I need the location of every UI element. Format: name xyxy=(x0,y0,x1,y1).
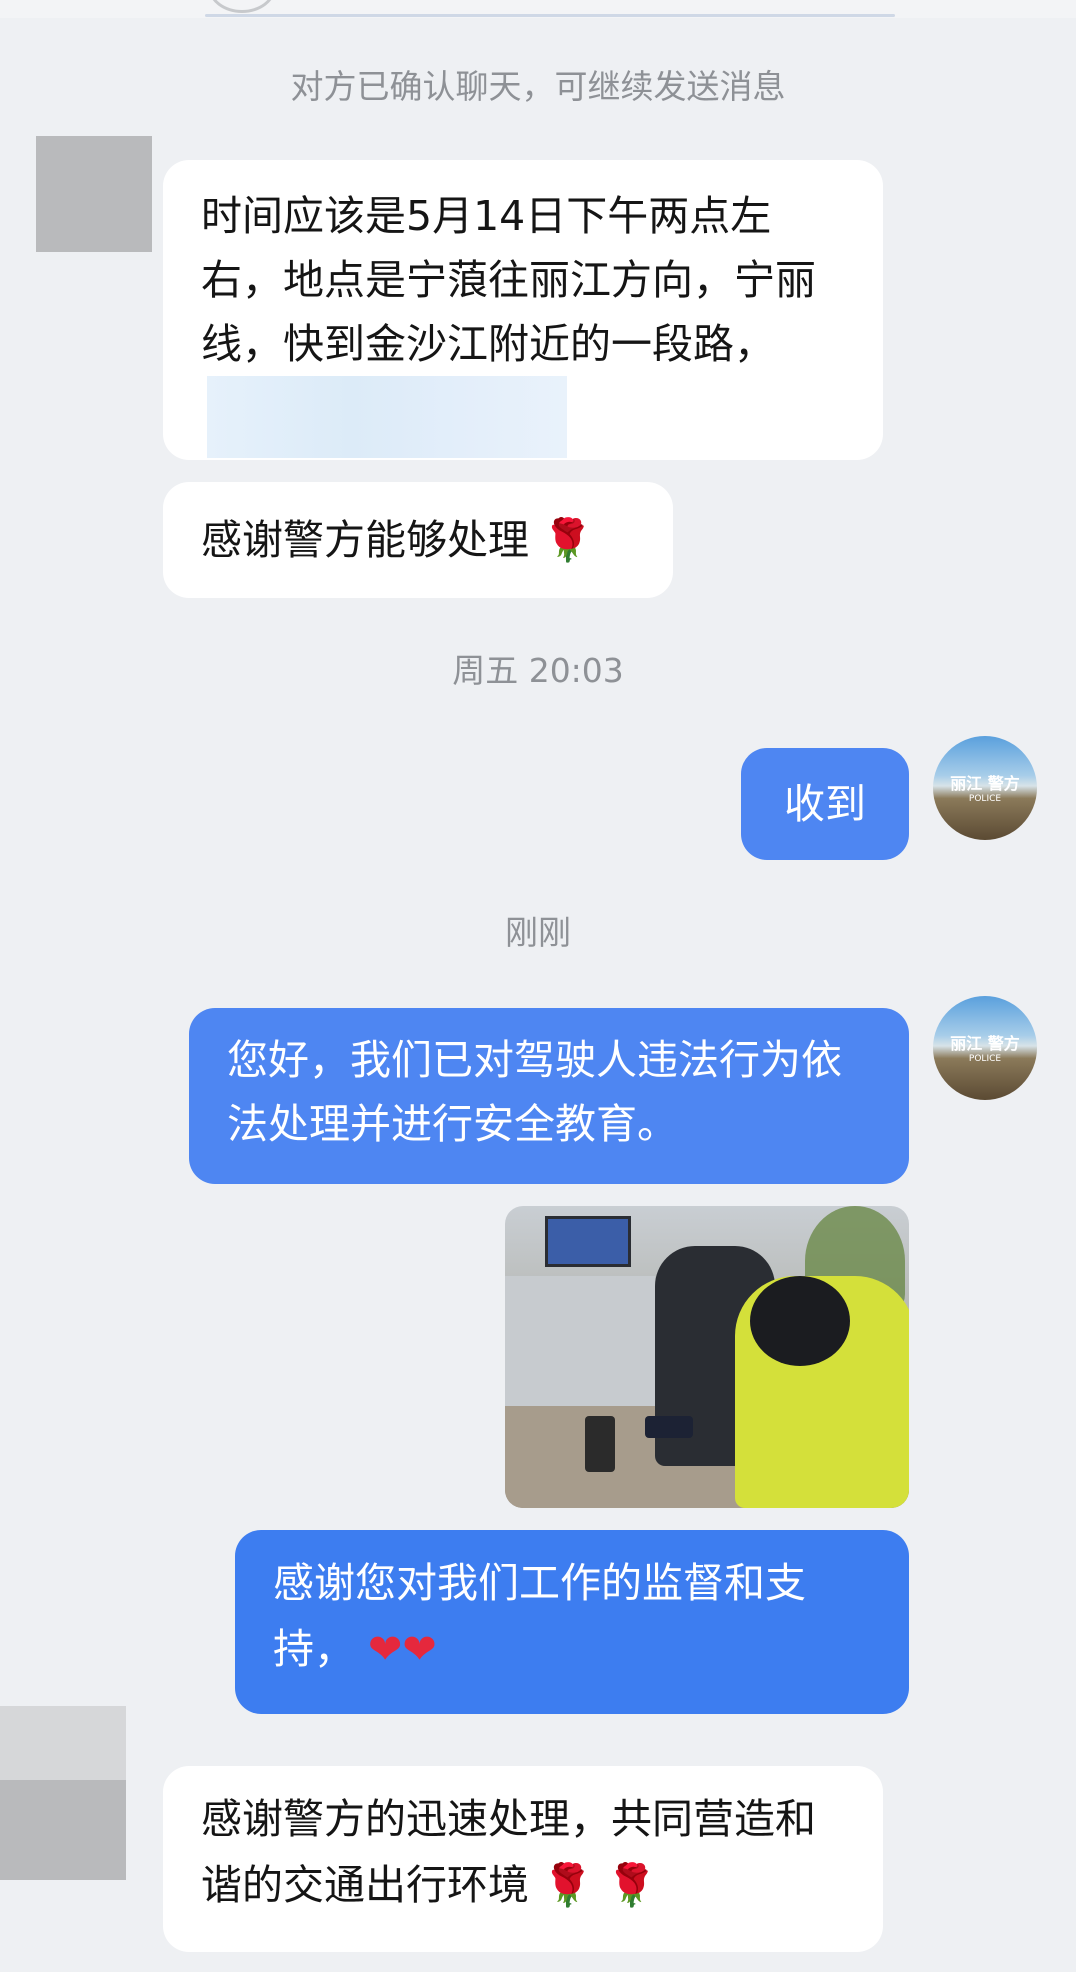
message-text: 时间应该是5月14日下午两点左右，地点是宁蒗往丽江方向，宁丽线，快到金沙江附近的… xyxy=(201,192,816,368)
redacted-text xyxy=(207,376,567,458)
photo-message[interactable] xyxy=(505,1206,909,1508)
police-avatar-sub: POLICE xyxy=(968,794,1002,804)
rose-icon: 🌹 xyxy=(542,516,594,564)
police-avatar-sub: POLICE xyxy=(968,1054,1002,1064)
message-text: 感谢您对我们工作的监督和支持， xyxy=(273,1559,806,1673)
police-avatar[interactable]: 丽江 警方 POLICE xyxy=(933,996,1037,1100)
timestamp: 周五 20:03 xyxy=(452,651,624,690)
sender-avatar-blurred[interactable] xyxy=(36,136,152,252)
message-bubble-incoming[interactable]: 时间应该是5月14日下午两点左右，地点是宁蒗往丽江方向，宁丽线，快到金沙江附近的… xyxy=(163,160,883,460)
message-bubble-incoming[interactable]: 感谢警方的迅速处理，共同营造和谐的交通出行环境 🌹 🌹 xyxy=(163,1766,883,1952)
rose-icon: 🌹 xyxy=(542,1861,594,1909)
message-text: 感谢警方能够处理 xyxy=(201,516,529,564)
confirmed-notice: 对方已确认聊天，可继续发送消息 xyxy=(290,67,786,106)
message-text: 您好，我们已对驾驶人违法行为依法处理并进行安全教育。 xyxy=(227,1036,842,1148)
partial-avatar-edge xyxy=(208,0,276,13)
message-text: 感谢警方的迅速处理，共同营造和谐的交通出行环境 xyxy=(201,1795,816,1909)
message-bubble-outgoing[interactable]: 您好，我们已对驾驶人违法行为依法处理并进行安全教育。 xyxy=(189,1008,909,1184)
top-strip xyxy=(0,0,1076,18)
heart-icon: ❤ xyxy=(402,1625,437,1673)
sender-avatar-blurred xyxy=(0,1706,126,1780)
heart-icon: ❤ xyxy=(368,1625,403,1673)
message-bubble-incoming[interactable]: 感谢警方能够处理 🌹 xyxy=(163,482,673,598)
input-underline xyxy=(205,14,895,17)
timestamp: 刚刚 xyxy=(505,913,571,952)
police-avatar-label: 丽江 警方 xyxy=(950,1034,1020,1053)
message-text: 收到 xyxy=(784,780,866,828)
message-bubble-outgoing[interactable]: 感谢您对我们工作的监督和支持， ❤❤ xyxy=(235,1530,909,1714)
rose-icon: 🌹 xyxy=(606,1861,658,1909)
sender-avatar-blurred[interactable] xyxy=(0,1780,126,1880)
police-avatar[interactable]: 丽江 警方 POLICE xyxy=(933,736,1037,840)
police-avatar-label: 丽江 警方 xyxy=(950,774,1020,793)
message-bubble-outgoing[interactable]: 收到 xyxy=(741,748,909,860)
